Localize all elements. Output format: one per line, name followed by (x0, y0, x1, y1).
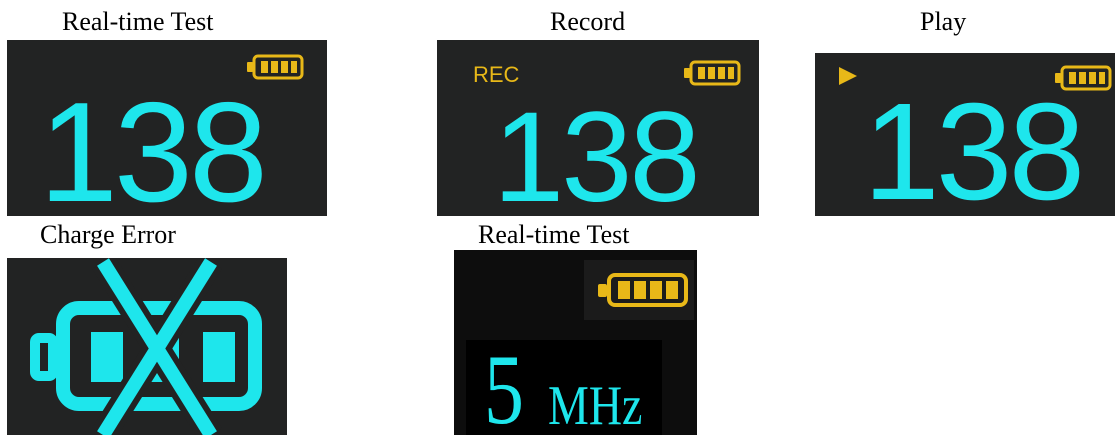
battery-full-icon (684, 60, 741, 86)
panel-caption-record: Record (550, 7, 626, 36)
panel-caption-realtime-test-frequency: Real-time Test (478, 220, 630, 249)
panel-caption-play: Play (920, 7, 967, 36)
battery-crossed-icon (30, 258, 262, 435)
reading-value: 138 (493, 86, 701, 217)
panel-caption-charge-error: Charge Error (40, 220, 176, 249)
rec-mode-label: REC (473, 62, 520, 87)
battery-full-icon (598, 273, 688, 307)
display-screen-play: 138 (815, 53, 1115, 216)
frequency-readout-area: 5 MHz (466, 340, 662, 435)
display-screen-realtime: 138 (7, 40, 327, 216)
frequency-unit: MHz (548, 375, 643, 435)
display-screen-frequency: 5 MHz (454, 250, 697, 435)
display-screen-record: REC 138 (437, 40, 759, 216)
panel-caption-realtime-test: Real-time Test (62, 7, 214, 36)
frequency-value: 5 (484, 334, 524, 435)
display-screen-charge-error (7, 258, 287, 435)
reading-value: 138 (863, 75, 1085, 216)
play-icon (839, 67, 857, 85)
reading-value: 138 (39, 73, 268, 217)
